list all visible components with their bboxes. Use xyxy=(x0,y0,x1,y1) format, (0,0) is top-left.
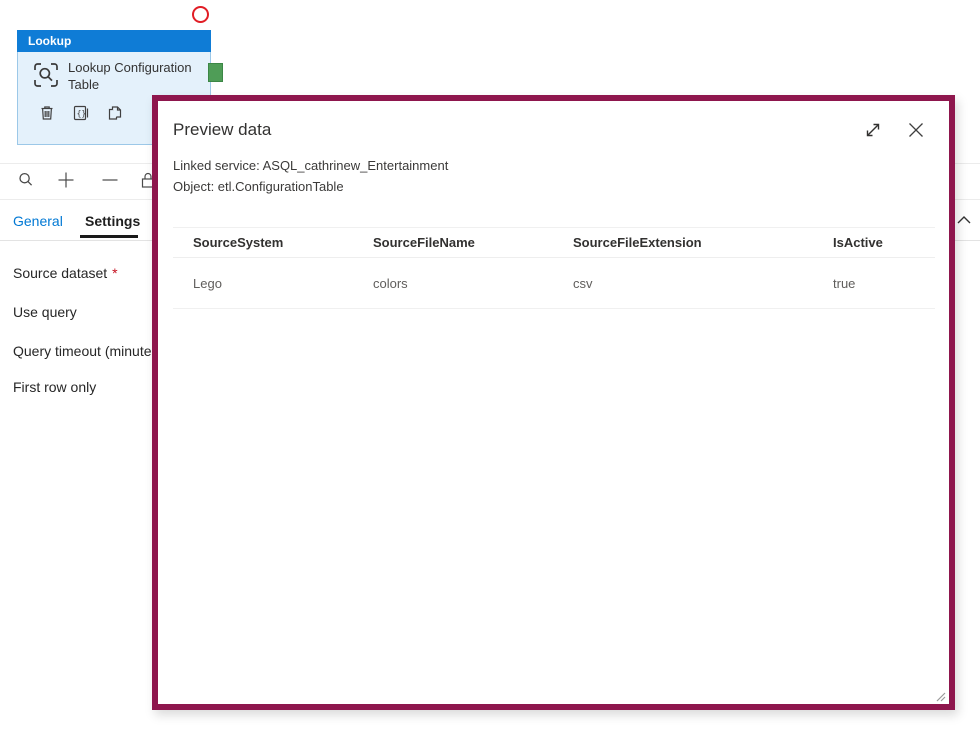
object-line: Object: etl.ConfigurationTable xyxy=(173,176,448,197)
annotation-circle xyxy=(192,6,209,23)
svg-text:{}: {} xyxy=(77,109,87,118)
dataset-meta: Linked service: ASQL_cathrinew_Entertain… xyxy=(173,155,448,197)
code-button[interactable]: {} xyxy=(71,104,91,124)
label-source-dataset-text: Source dataset xyxy=(13,265,107,281)
label-first-row-only: First row only xyxy=(13,379,96,395)
zoom-in-icon[interactable] xyxy=(55,170,77,192)
column-header: SourceSystem xyxy=(173,235,353,250)
column-header: SourceFileExtension xyxy=(553,235,813,250)
table-row: Lego colors csv true xyxy=(173,258,935,309)
table-header-row: SourceSystem SourceFileName SourceFileEx… xyxy=(173,227,935,258)
activity-name: Lookup Configuration Table xyxy=(68,59,206,93)
activity-actions: {} xyxy=(37,104,125,124)
active-tab-underline xyxy=(80,235,138,238)
lookup-icon xyxy=(32,61,60,89)
preview-data-modal: Preview data Linked service: ASQL_cathri… xyxy=(152,95,955,710)
label-use-query: Use query xyxy=(13,304,77,320)
label-query-timeout: Query timeout (minutes) xyxy=(13,343,163,359)
preview-table: SourceSystem SourceFileName SourceFileEx… xyxy=(173,227,935,309)
column-header: SourceFileName xyxy=(353,235,553,250)
zoom-out-icon[interactable] xyxy=(99,170,121,192)
activity-type-header: Lookup xyxy=(17,30,211,52)
modal-title: Preview data xyxy=(173,120,271,140)
column-header: IsActive xyxy=(813,235,935,250)
close-icon[interactable] xyxy=(904,119,928,143)
label-source-dataset: Source dataset * xyxy=(13,265,118,281)
table-cell: true xyxy=(813,276,935,291)
chevron-up-icon[interactable] xyxy=(953,211,975,231)
expand-icon[interactable] xyxy=(861,119,885,143)
table-cell: csv xyxy=(553,276,813,291)
required-asterisk: * xyxy=(112,265,117,281)
search-icon[interactable] xyxy=(15,170,37,192)
copy-button[interactable] xyxy=(105,104,125,124)
tab-general[interactable]: General xyxy=(13,213,63,229)
delete-activity-button[interactable] xyxy=(37,104,57,124)
output-connector[interactable] xyxy=(208,63,223,82)
table-cell: Lego xyxy=(173,276,353,291)
linked-service-line: Linked service: ASQL_cathrinew_Entertain… xyxy=(173,155,448,176)
table-cell: colors xyxy=(353,276,553,291)
tab-settings[interactable]: Settings xyxy=(85,213,140,229)
resize-grip[interactable] xyxy=(934,689,946,701)
